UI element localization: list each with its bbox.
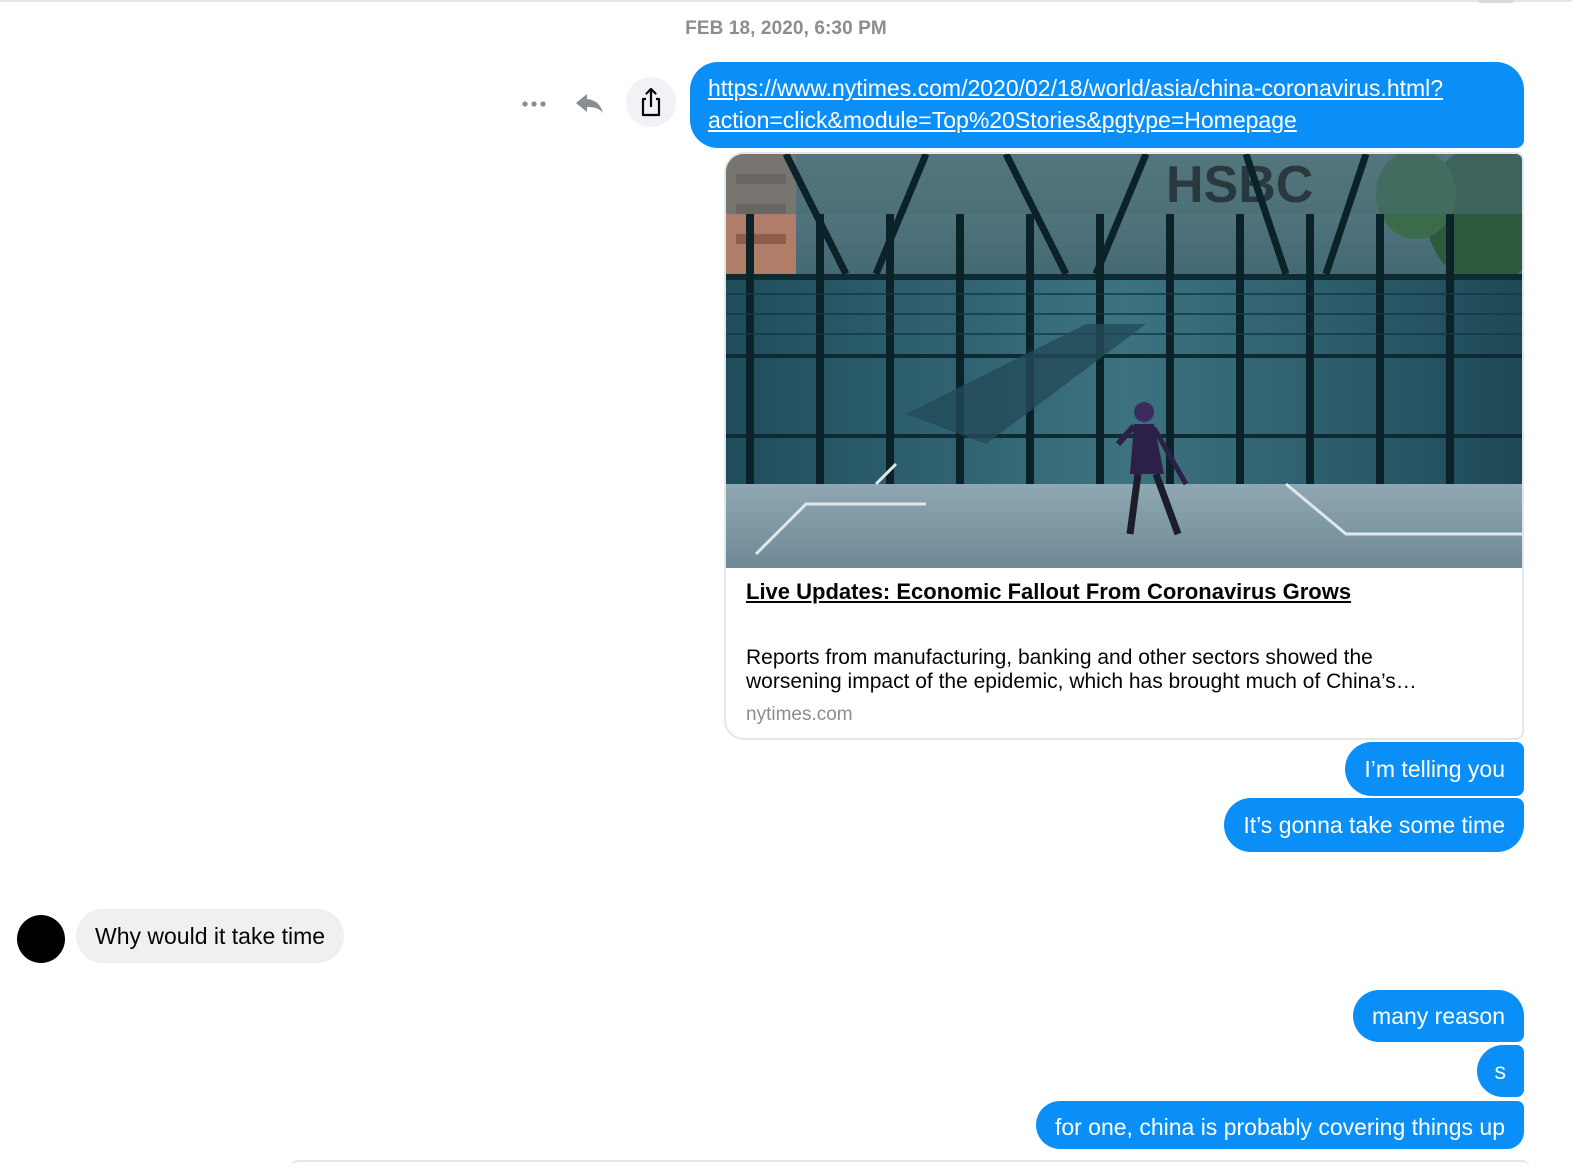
more-options-icon[interactable] bbox=[514, 88, 554, 120]
article-photo[interactable]: HSBC bbox=[726, 154, 1522, 568]
article-title[interactable]: Live Updates: Economic Fallout From Coro… bbox=[746, 578, 1506, 606]
outgoing-message[interactable]: for one, china is probably covering thin… bbox=[1035, 1101, 1524, 1149]
reply-icon[interactable] bbox=[570, 86, 610, 122]
article-domain: nytimes.com bbox=[746, 704, 853, 725]
scroll-indicator bbox=[1478, 0, 1514, 3]
article-description-line-2: worsening impact of the epidemic, which … bbox=[746, 670, 1417, 693]
incoming-message[interactable]: Why would it take time bbox=[76, 909, 345, 963]
link-preview-card[interactable]: HSBC Live Updates: Economic Fallout From… bbox=[724, 152, 1524, 740]
top-divider bbox=[0, 0, 1572, 2]
share-icon[interactable] bbox=[626, 77, 676, 127]
contact-avatar[interactable] bbox=[17, 915, 65, 963]
sign-text: HSBC bbox=[1166, 156, 1313, 214]
article-description: Reports from manufacturing, banking and … bbox=[746, 646, 1506, 694]
article-url-line-2[interactable]: action=click&module=Top%20Stories&pgtype… bbox=[708, 104, 1506, 136]
outgoing-message[interactable]: s bbox=[1476, 1045, 1524, 1097]
outgoing-message[interactable]: It’s gonna take some time bbox=[1224, 798, 1524, 852]
outgoing-message[interactable]: I’m telling you bbox=[1345, 742, 1524, 796]
article-description-line-1: Reports from manufacturing, banking and … bbox=[746, 646, 1373, 669]
article-url-line-1[interactable]: https://www.nytimes.com/2020/02/18/world… bbox=[708, 72, 1506, 104]
message-timestamp: FEB 18, 2020, 6:30 PM bbox=[685, 18, 887, 39]
outgoing-message[interactable]: many reason bbox=[1353, 990, 1524, 1042]
link-message-bubble[interactable]: https://www.nytimes.com/2020/02/18/world… bbox=[690, 62, 1524, 148]
composer-edge bbox=[290, 1160, 1530, 1170]
